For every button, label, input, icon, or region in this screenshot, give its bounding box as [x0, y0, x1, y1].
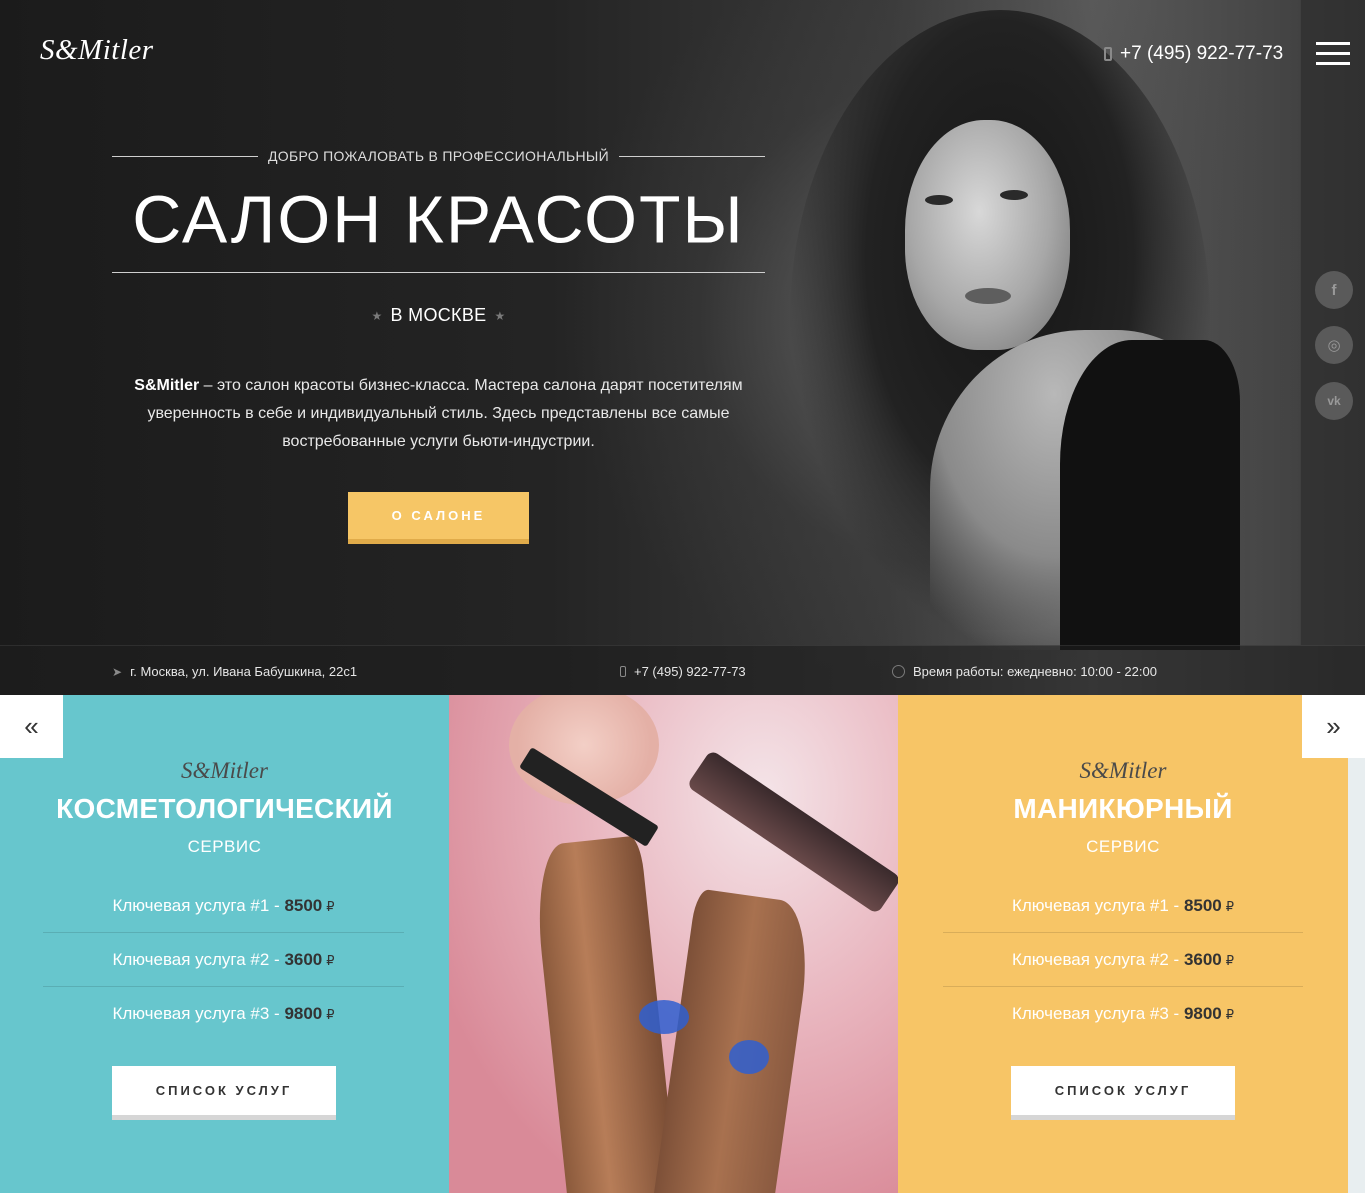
- welcome-text: ДОБРО ПОЖАЛОВАТЬ В ПРОФЕССИОНАЛЬНЫЙ: [268, 148, 609, 164]
- services-list-button[interactable]: СПИСОК УСЛУГ: [112, 1066, 336, 1120]
- list-item: Ключевая услуга #2 - 3600 ₽: [943, 933, 1303, 987]
- welcome-row: ДОБРО ПОЖАЛОВАТЬ В ПРОФЕССИОНАЛЬНЫЙ: [112, 140, 766, 172]
- ruble-icon: ₽: [326, 899, 335, 914]
- info-bar: ➤ г. Москва, ул. Ивана Бабушкина, 22с1 +…: [0, 645, 1365, 695]
- menu-bar-icon: [1316, 62, 1350, 65]
- vk-icon[interactable]: vk: [1315, 382, 1353, 420]
- header-phone[interactable]: +7 (495) 922-77-73: [1104, 43, 1283, 65]
- hero-text-block: ДОБРО ПОЖАЛОВАТЬ В ПРОФЕССИОНАЛЬНЫЙ САЛО…: [112, 140, 766, 544]
- service-item-label: Ключевая услуга #1 -: [112, 896, 285, 915]
- instagram-icon[interactable]: ◎: [1315, 326, 1353, 364]
- list-item: Ключевая услуга #1 - 8500 ₽: [943, 879, 1303, 933]
- blue-clip-image: [729, 1040, 769, 1074]
- right-side-strip: [1300, 0, 1365, 645]
- divider: [112, 272, 765, 273]
- service-item-price: 9800: [1183, 1004, 1222, 1023]
- phone-info[interactable]: +7 (495) 922-77-73: [620, 664, 746, 679]
- about-salon-button[interactable]: О САЛОНЕ: [348, 492, 529, 544]
- ruble-icon: ₽: [326, 953, 335, 968]
- hours-text: Время работы: ежедневно: 10:00 - 22:00: [913, 664, 1157, 679]
- list-item: Ключевая услуга #1 - 8500 ₽: [43, 879, 404, 933]
- hero-portrait-eye-left: [925, 195, 953, 205]
- facebook-icon[interactable]: f: [1315, 271, 1353, 309]
- divider: [619, 155, 766, 157]
- service-item-label: Ключевая услуга #2 -: [1011, 950, 1184, 969]
- ruble-icon: ₽: [1225, 899, 1235, 914]
- menu-bar-icon: [1316, 42, 1350, 45]
- hero-description: S&Mitler – это салон красоты бизнес-клас…: [112, 372, 765, 456]
- city-text: В МОСКВЕ: [390, 305, 487, 325]
- service-item-price: 9800: [284, 1004, 323, 1023]
- service-item-label: Ключевая услуга #3 -: [1011, 1004, 1184, 1023]
- hero-section: S&Mitler +7 (495) 922-77-73 ДОБРО ПОЖАЛО…: [0, 0, 1365, 695]
- hero-portrait-face: [905, 120, 1070, 350]
- ruble-icon: ₽: [326, 1007, 335, 1022]
- manicure-service-panel: S&Mitler МАНИКЮРНЫЙ СЕРВИС Ключевая услу…: [898, 695, 1348, 1193]
- city-line: ★ В МОСКВЕ ★: [112, 305, 765, 326]
- slider-next-button[interactable]: »: [1302, 695, 1365, 758]
- clock-icon: [892, 665, 905, 678]
- description-brand: S&Mitler: [134, 377, 200, 394]
- service-logo: S&Mitler: [1079, 758, 1167, 783]
- hair-iron-image: [686, 749, 898, 915]
- hero-title: САЛОН КРАСОТЫ: [132, 182, 745, 258]
- list-item: Ключевая услуга #3 - 9800 ₽: [943, 987, 1303, 1040]
- site-logo[interactable]: S&Mitler: [40, 34, 154, 67]
- service-title: МАНИКЮРНЫЙ: [1013, 793, 1233, 824]
- location-arrow-icon: ➤: [112, 664, 123, 679]
- list-item: Ключевая услуга #2 - 3600 ₽: [43, 933, 404, 987]
- service-item-label: Ключевая услуга #2 -: [112, 950, 285, 969]
- star-icon: ★: [371, 309, 383, 323]
- ruble-icon: ₽: [1225, 953, 1235, 968]
- next-slide-peek: [1348, 695, 1365, 1193]
- service-item-price: 8500: [1183, 896, 1222, 915]
- service-list: Ключевая услуга #1 - 8500 ₽ Ключевая услу…: [43, 879, 404, 1040]
- service-item-label: Ключевая услуга #3 -: [112, 1004, 285, 1023]
- service-title: КОСМЕТОЛОГИЧЕСКИЙ: [56, 793, 393, 824]
- service-list: Ключевая услуга #1 - 8500 ₽ Ключевая услу…: [943, 879, 1303, 1040]
- service-item-label: Ключевая услуга #1 -: [1011, 896, 1184, 915]
- hair-styling-image: [449, 695, 898, 1193]
- divider: [112, 155, 259, 157]
- menu-bar-icon: [1316, 52, 1350, 55]
- service-subtitle: СЕРВИС: [187, 837, 262, 856]
- blue-clip-image: [639, 1000, 689, 1034]
- service-logo: S&Mitler: [181, 758, 268, 783]
- address-text: г. Москва, ул. Ивана Бабушкина, 22с1: [130, 664, 358, 679]
- service-item-price: 3600: [1183, 950, 1222, 969]
- description-text: – это салон красоты бизнес-класса. Масте…: [147, 377, 743, 450]
- services-list-button[interactable]: СПИСОК УСЛУГ: [1011, 1066, 1235, 1120]
- mobile-phone-icon: [1104, 47, 1112, 61]
- hours-info: Время работы: ежедневно: 10:00 - 22:00: [892, 664, 1157, 679]
- hamburger-menu-button[interactable]: [1316, 42, 1350, 66]
- star-icon: ★: [494, 309, 506, 323]
- header-phone-number[interactable]: +7 (495) 922-77-73: [1120, 43, 1283, 65]
- hero-portrait-dress: [1060, 340, 1240, 650]
- service-subtitle: СЕРВИС: [1086, 837, 1160, 856]
- info-phone-number[interactable]: +7 (495) 922-77-73: [634, 664, 746, 679]
- slider-prev-button[interactable]: «: [0, 695, 63, 758]
- list-item: Ключевая услуга #3 - 9800 ₽: [43, 987, 404, 1040]
- mobile-phone-icon: [620, 666, 626, 677]
- cosmetology-service-panel: S&Mitler КОСМЕТОЛОГИЧЕСКИЙ СЕРВИС Ключев…: [0, 695, 449, 1193]
- address-info: ➤ г. Москва, ул. Ивана Бабушкина, 22с1: [112, 664, 357, 679]
- hero-portrait-lips: [965, 288, 1011, 304]
- service-item-price: 3600: [284, 950, 323, 969]
- hero-portrait-eye-right: [1000, 190, 1028, 200]
- ruble-icon: ₽: [1225, 1007, 1235, 1022]
- service-item-price: 8500: [284, 896, 323, 915]
- hair-strand-image: [652, 888, 816, 1193]
